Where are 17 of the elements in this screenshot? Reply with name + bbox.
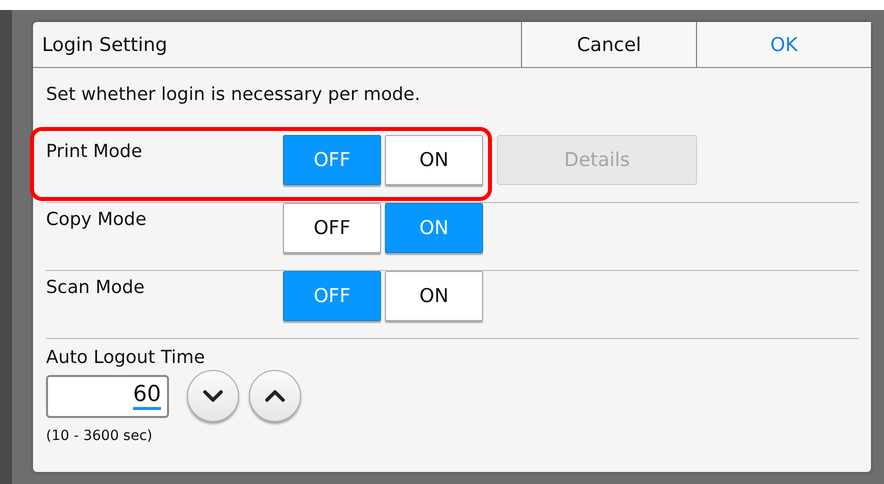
- dialog-title: Login Setting: [41, 32, 168, 58]
- range-hint: (10 - 3600 sec): [46, 428, 154, 444]
- description-text: Set whether login is necessary per mode.: [46, 84, 422, 105]
- chevron-down-icon: [202, 389, 224, 403]
- toggle-option[interactable]: ON: [385, 135, 483, 185]
- toggle-option[interactable]: ON: [385, 271, 483, 321]
- mode-label: Print Mode: [46, 140, 144, 162]
- mode-label: Scan Mode: [46, 276, 146, 298]
- decrease-button[interactable]: [187, 370, 239, 422]
- input-field[interactable]: 60: [46, 374, 169, 418]
- chevron-up-icon: [264, 389, 286, 403]
- increase-button[interactable]: [249, 370, 301, 422]
- mode-label: Copy Mode: [46, 208, 148, 230]
- ok-button[interactable]: OK: [696, 22, 871, 67]
- field-label: Auto Logout Time: [46, 347, 206, 368]
- cancel-button[interactable]: Cancel: [521, 22, 696, 67]
- toggle-option[interactable]: OFF: [283, 203, 381, 253]
